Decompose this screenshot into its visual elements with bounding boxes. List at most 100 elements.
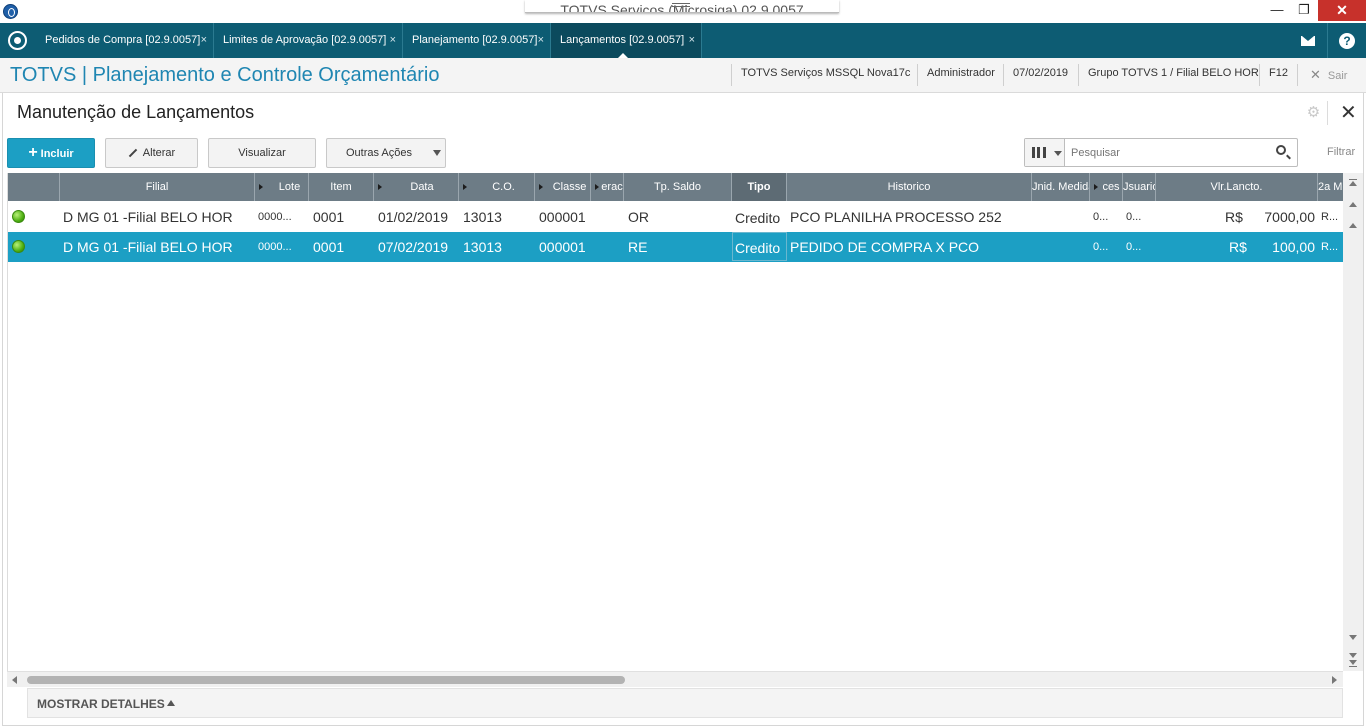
tab-label: Lançamentos [02.9.0057] (560, 34, 685, 46)
tab-lancamentos[interactable]: Lançamentos [02.9.0057] × (551, 23, 702, 59)
cell-co: 13013 (463, 239, 502, 255)
cell-tp-saldo: OR (628, 209, 649, 225)
shortcut-f12[interactable]: F12 (1269, 67, 1288, 79)
tab-limites-de-aprovacao[interactable]: Limites de Aprovação [02.9.0057] × (214, 23, 403, 58)
module-title: TOTVS | Planejamento e Controle Orçament… (10, 64, 440, 86)
cell-tipo: Credito (735, 210, 781, 226)
cell-historico: PEDIDO DE COMPRA X PCO (790, 239, 980, 255)
search-icon[interactable] (1276, 145, 1286, 155)
minimize-button[interactable]: — (1264, 0, 1290, 20)
outras-acoes-button[interactable]: Outras Ações (326, 138, 446, 168)
cell-moeda: R$ (1225, 209, 1243, 225)
column-header-co[interactable]: C.O. (459, 173, 535, 201)
column-label: Classe (552, 181, 587, 193)
company-info[interactable]: Grupo TOTVS 1 / Filial BELO HOR (1088, 67, 1259, 79)
alterar-button[interactable]: Alterar (105, 138, 198, 168)
cell-usuario: 0... (1126, 241, 1142, 253)
scroll-bottom-icon[interactable] (1349, 660, 1357, 665)
column-label: Lote (278, 181, 301, 193)
divider (1327, 101, 1328, 125)
column-header-classe[interactable]: Classe (535, 173, 591, 201)
page-up-icon[interactable] (1349, 223, 1357, 228)
lancamentos-grid: Filial Lote Item Data C.O. Classe erac T… (7, 173, 1343, 671)
column-label: Data (410, 181, 434, 193)
exit-label: Sair (1327, 70, 1348, 82)
columns-button[interactable] (1025, 139, 1065, 166)
column-header-tipo[interactable]: Tipo (732, 173, 787, 201)
exit-button[interactable]: ✕ Sair (1310, 67, 1347, 83)
horizontal-scrollbar[interactable] (7, 671, 1343, 687)
filter-link[interactable]: Filtrar (1327, 146, 1355, 158)
scroll-top-icon[interactable] (1349, 181, 1357, 186)
column-header-data[interactable]: Data (374, 173, 459, 201)
tab-close-icon[interactable]: × (390, 23, 396, 58)
tab-bar: Pedidos de Compra [02.9.0057] × Limites … (0, 23, 1366, 59)
date-info[interactable]: 07/02/2019 (1013, 67, 1068, 79)
tab-label: Pedidos de Compra [02.9.0057] (45, 34, 201, 46)
tab-close-icon[interactable]: × (538, 23, 544, 58)
divider (1327, 23, 1328, 58)
status-green-icon (12, 210, 25, 223)
close-page-icon[interactable]: ✕ (1340, 101, 1357, 125)
mail-icon[interactable] (1301, 36, 1315, 46)
cell-item: 0001 (313, 209, 345, 225)
restore-button[interactable]: ❐ (1291, 0, 1317, 20)
scroll-left-icon[interactable] (12, 676, 17, 684)
divider (1259, 64, 1260, 86)
visualizar-button[interactable]: Visualizar (208, 138, 316, 168)
column-header-2a-moeda[interactable]: 2a Mo (1318, 173, 1343, 201)
chevron-down-icon (433, 150, 441, 156)
scroll-up-icon[interactable] (1349, 202, 1357, 207)
cell-tipo[interactable]: Credito (732, 232, 787, 261)
cell-processo: 0... (1093, 241, 1109, 253)
column-header-status[interactable] (8, 173, 60, 201)
help-icon[interactable]: ? (1339, 33, 1355, 49)
cell-filial: D MG 01 -Filial BELO HOR (63, 239, 233, 255)
expand-arrow-icon (378, 184, 382, 190)
tab-close-icon[interactable]: × (689, 23, 695, 58)
column-header-item[interactable]: Item (309, 173, 374, 201)
column-header-usuario[interactable]: Jsuario (1123, 173, 1156, 201)
scrollbar-thumb[interactable] (27, 676, 625, 684)
cell-item: 0001 (313, 239, 345, 255)
column-header-lote[interactable]: Lote (255, 173, 309, 201)
search-input[interactable] (1066, 139, 1266, 166)
column-header-unid-medida[interactable]: Jnid. Medida (1032, 173, 1090, 201)
column-header-vlr-lancto[interactable]: Vlr.Lancto. (1156, 173, 1318, 201)
scroll-bottom-line (1349, 666, 1357, 667)
column-header-tp-saldo[interactable]: Tp. Saldo (624, 173, 732, 201)
details-footer[interactable]: MOSTRAR DETALHES (27, 688, 1343, 718)
cell-tp-saldo: RE (628, 239, 648, 255)
table-row[interactable]: D MG 01 -Filial BELO HOR 0000... 0001 01… (8, 202, 1343, 232)
column-header-operacao[interactable]: erac (591, 173, 624, 201)
column-label: C.O. (492, 181, 515, 193)
column-label: ces (1102, 181, 1120, 193)
visualizar-label: Visualizar (238, 147, 286, 159)
column-header-historico[interactable]: Historico (787, 173, 1032, 201)
divider (1297, 64, 1298, 86)
column-header-filial[interactable]: Filial (60, 173, 255, 201)
page-title: Manutenção de Lançamentos (17, 102, 255, 122)
column-header-processo[interactable]: ces (1090, 173, 1123, 201)
tab-pedidos-de-compra[interactable]: Pedidos de Compra [02.9.0057] × (36, 23, 214, 58)
pencil-icon (128, 148, 138, 158)
gear-icon[interactable]: ⚙ (1306, 105, 1321, 120)
incluir-button[interactable]: + Incluir (7, 138, 95, 168)
scroll-right-icon[interactable] (1332, 676, 1337, 684)
cell-2a-moeda: R... (1321, 211, 1339, 223)
vertical-scrollbar[interactable] (1343, 173, 1363, 671)
module-header: TOTVS | Planejamento e Controle Orçament… (0, 58, 1366, 93)
window-close-button[interactable]: ✕ (1318, 0, 1366, 21)
page-down-icon[interactable] (1349, 635, 1357, 640)
totvs-logo-icon[interactable] (8, 31, 27, 50)
tab-close-icon[interactable]: × (201, 23, 207, 58)
table-row-selected[interactable]: D MG 01 -Filial BELO HOR 0000... 0001 07… (8, 232, 1343, 262)
tab-planejamento[interactable]: Planejamento [02.9.0057] × (403, 23, 551, 58)
chevron-down-icon (1054, 151, 1062, 156)
plus-icon: + (28, 144, 38, 161)
drag-grip-icon[interactable] (672, 3, 690, 7)
environment-info[interactable]: TOTVS Serviços MSSQL Nova17c (741, 67, 910, 79)
user-info[interactable]: Administrador (927, 67, 995, 79)
scroll-down-icon[interactable] (1349, 653, 1357, 658)
divider (1003, 64, 1004, 86)
